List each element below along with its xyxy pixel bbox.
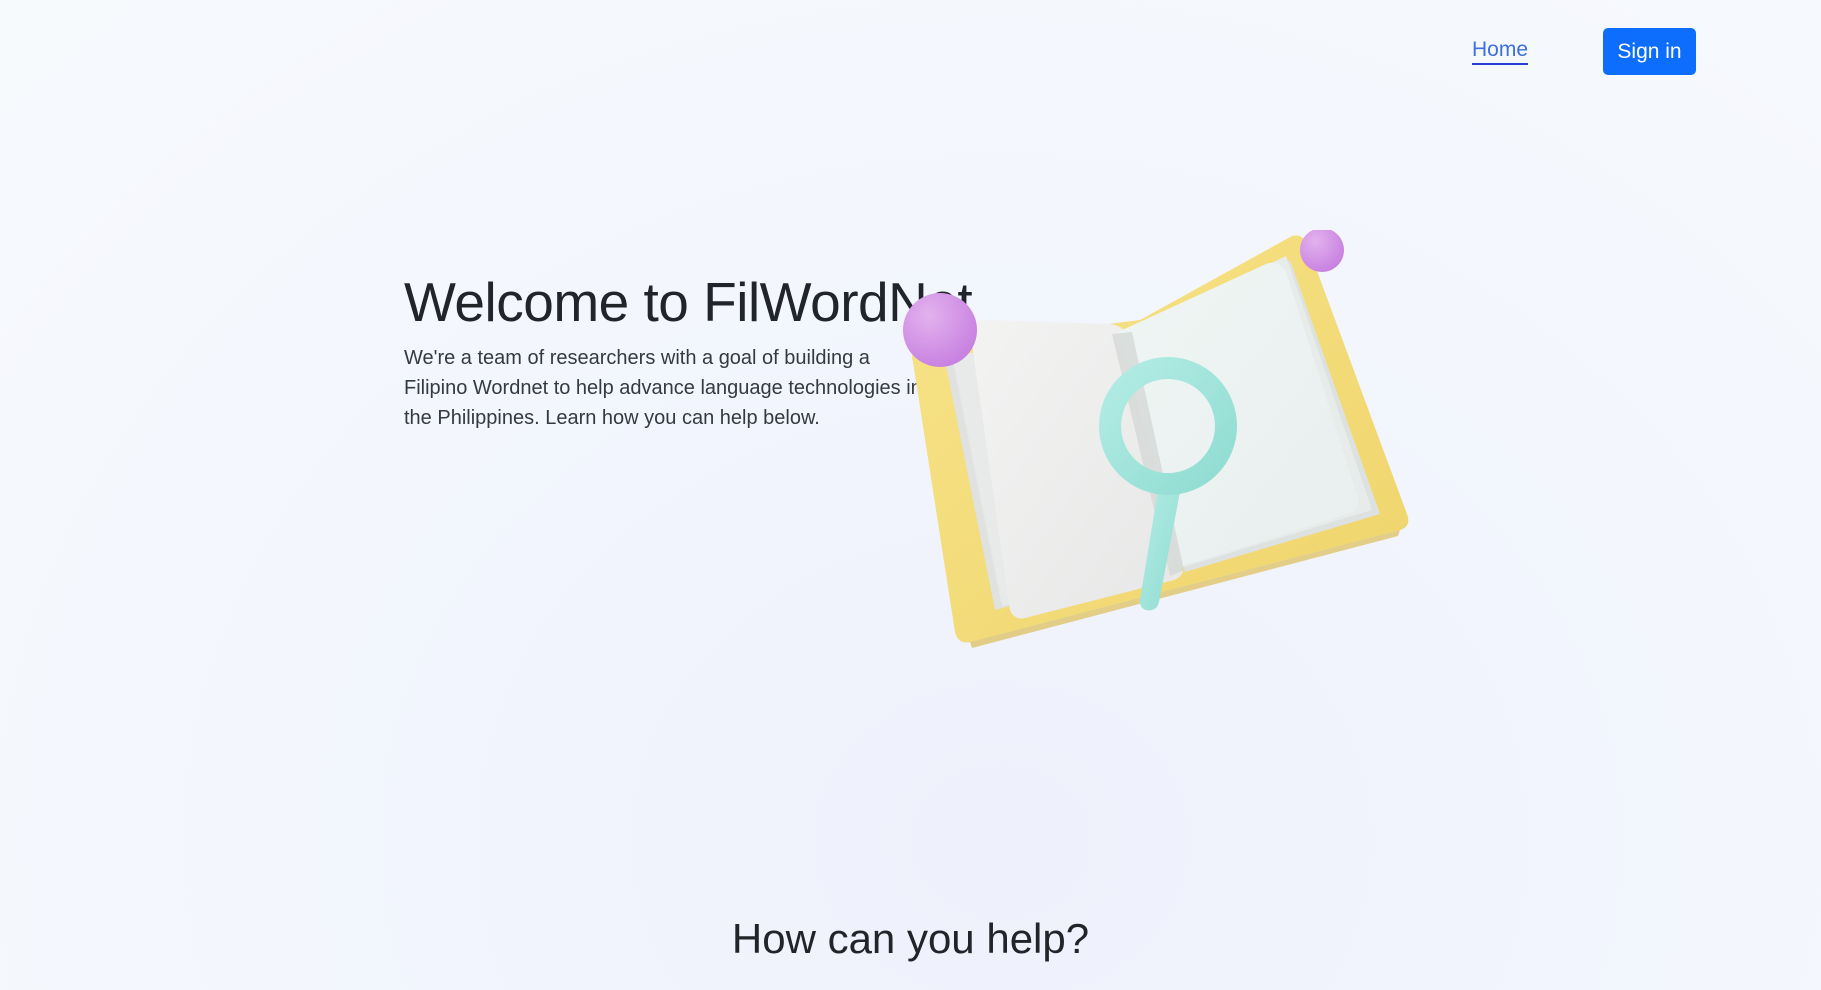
purple-ball-small <box>1300 230 1344 272</box>
open-book-illustration <box>903 230 1409 648</box>
hero-title: Welcome to FilWordNet <box>404 271 973 333</box>
help-section-title: How can you help? <box>731 915 1090 962</box>
top-navbar: Home Sign in <box>0 0 1821 100</box>
hero-description: We're a team of researchers with a goal … <box>404 347 922 429</box>
purple-ball-large <box>903 293 977 367</box>
nav-link-home[interactable]: Home <box>1472 38 1529 65</box>
sign-in-button[interactable]: Sign in <box>1603 28 1696 75</box>
